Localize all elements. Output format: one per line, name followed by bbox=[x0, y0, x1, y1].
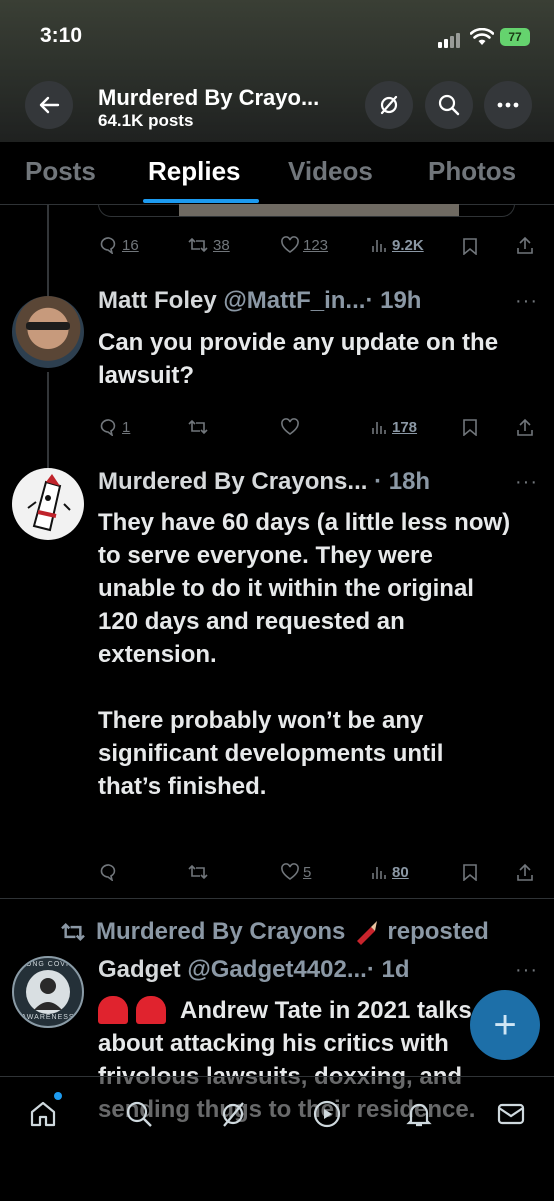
views-action[interactable]: 80 bbox=[370, 863, 409, 881]
reply-count: 16 bbox=[122, 236, 139, 254]
repost-icon bbox=[61, 922, 85, 942]
back-button[interactable] bbox=[25, 81, 73, 129]
views-icon bbox=[372, 422, 386, 434]
author-name[interactable]: Gadget bbox=[98, 956, 181, 983]
thread-line bbox=[47, 204, 49, 296]
bookmark-icon[interactable] bbox=[462, 418, 478, 436]
header-background bbox=[0, 0, 554, 142]
notification-dot bbox=[54, 1092, 62, 1100]
repost-context: Murdered By Crayons reposted bbox=[58, 918, 489, 946]
views-action[interactable]: 9.2K bbox=[370, 236, 424, 254]
tab-photos[interactable]: Photos bbox=[428, 156, 516, 187]
tweet-more-icon[interactable]: ··· bbox=[515, 290, 538, 313]
thread-line bbox=[47, 372, 49, 468]
like-count: 123 bbox=[303, 236, 329, 254]
media-card-edge bbox=[98, 204, 515, 217]
share-icon[interactable] bbox=[516, 418, 534, 436]
slash-circle-icon bbox=[380, 95, 398, 115]
repost-suffix: reposted bbox=[387, 918, 489, 945]
home-icon[interactable] bbox=[28, 1099, 58, 1129]
compose-button[interactable]: + bbox=[470, 990, 540, 1060]
crayon-icon bbox=[357, 921, 378, 945]
back-arrow-icon bbox=[39, 96, 60, 114]
tweet-header: Murdered By Crayons... · 18h bbox=[98, 468, 430, 496]
author-name[interactable]: Matt Foley bbox=[98, 287, 217, 314]
reply-action[interactable]: 16 bbox=[100, 236, 139, 254]
tweet-header: Gadget @Gadget4402...· 1d bbox=[98, 956, 410, 984]
search-icon[interactable] bbox=[124, 1099, 154, 1129]
avatar[interactable] bbox=[12, 468, 84, 540]
like-action[interactable]: 123 bbox=[281, 236, 328, 254]
views-action[interactable]: 178 bbox=[370, 418, 417, 436]
tweet-time: · 18h bbox=[374, 468, 431, 495]
profile-tabs: Posts Replies Videos Photos bbox=[0, 142, 554, 205]
like-count: 5 bbox=[303, 863, 312, 881]
avatar[interactable]: LONG COVID AWARENESS bbox=[12, 956, 84, 1028]
bookmark-icon[interactable] bbox=[462, 863, 478, 881]
heart-icon bbox=[281, 236, 299, 253]
post-count: 64.1K posts bbox=[98, 111, 194, 130]
author-handle[interactable]: @Gadget4402... bbox=[187, 956, 366, 983]
messages-icon[interactable] bbox=[496, 1099, 526, 1129]
share-icon[interactable] bbox=[516, 236, 534, 254]
bottom-nav bbox=[0, 1076, 554, 1201]
tweet-text: Can you provide any update on the lawsui… bbox=[98, 329, 505, 389]
reply-icon[interactable] bbox=[100, 863, 118, 881]
heart-icon[interactable] bbox=[281, 418, 299, 436]
author-handle[interactable]: @MattF_in... bbox=[223, 287, 365, 314]
signal-icon bbox=[438, 30, 462, 48]
share-icon[interactable] bbox=[516, 863, 534, 881]
tab-videos[interactable]: Videos bbox=[288, 156, 373, 187]
heart-icon bbox=[281, 863, 299, 880]
repost-icon bbox=[188, 237, 208, 253]
plus-icon: + bbox=[493, 1002, 517, 1047]
like-action[interactable]: 5 bbox=[281, 863, 311, 881]
repost-count: 38 bbox=[213, 236, 230, 254]
view-count: 178 bbox=[392, 418, 418, 436]
reply-icon bbox=[100, 419, 116, 436]
reply-icon bbox=[100, 237, 116, 254]
badge-text-bottom: AWARENESS bbox=[21, 1014, 75, 1021]
view-count: 9.2K bbox=[392, 236, 424, 254]
badge-text-top: LONG COVID bbox=[21, 961, 75, 968]
avatar[interactable] bbox=[12, 296, 84, 368]
status-time: 3:10 bbox=[40, 24, 83, 47]
reply-action[interactable]: 1 bbox=[100, 418, 130, 436]
tab-posts[interactable]: Posts bbox=[25, 156, 96, 187]
reply-count: 1 bbox=[122, 418, 131, 436]
search-button[interactable] bbox=[425, 81, 473, 129]
tweet-divider bbox=[0, 898, 554, 899]
communities-icon[interactable] bbox=[312, 1099, 342, 1129]
wifi-icon bbox=[470, 28, 494, 45]
search-icon bbox=[438, 94, 460, 116]
tweet-header: Matt Foley @MattF_in...· 19h bbox=[98, 287, 421, 315]
more-icon bbox=[497, 102, 519, 108]
repost-icon[interactable] bbox=[187, 863, 209, 881]
tweet-more-icon[interactable]: ··· bbox=[515, 471, 538, 494]
author-name[interactable]: Murdered By Crayons... bbox=[98, 468, 367, 495]
tweet-text: They have 60 days (a little less now) to… bbox=[98, 509, 511, 800]
view-count: 80 bbox=[392, 863, 409, 881]
views-icon bbox=[372, 867, 386, 879]
battery-indicator: 77 bbox=[500, 28, 530, 46]
crayon-logo-icon bbox=[27, 474, 71, 532]
grok-button[interactable] bbox=[365, 81, 413, 129]
tweet-more-icon[interactable]: ··· bbox=[515, 959, 538, 982]
grok-icon[interactable] bbox=[218, 1099, 248, 1129]
tweet-time: · 1d bbox=[366, 956, 410, 983]
repost-action[interactable]: 38 bbox=[187, 236, 230, 254]
bookmark-icon[interactable] bbox=[462, 237, 478, 255]
views-icon bbox=[372, 240, 386, 252]
active-tab-indicator bbox=[143, 199, 259, 203]
notifications-icon[interactable] bbox=[404, 1099, 434, 1129]
profile-title: Murdered By Crayo... bbox=[98, 85, 320, 110]
reposter-name[interactable]: Murdered By Crayons bbox=[96, 918, 345, 946]
tab-replies[interactable]: Replies bbox=[148, 156, 241, 187]
tweet-time: · 19h bbox=[365, 287, 422, 314]
more-button[interactable] bbox=[484, 81, 532, 129]
repost-icon[interactable] bbox=[187, 418, 209, 436]
